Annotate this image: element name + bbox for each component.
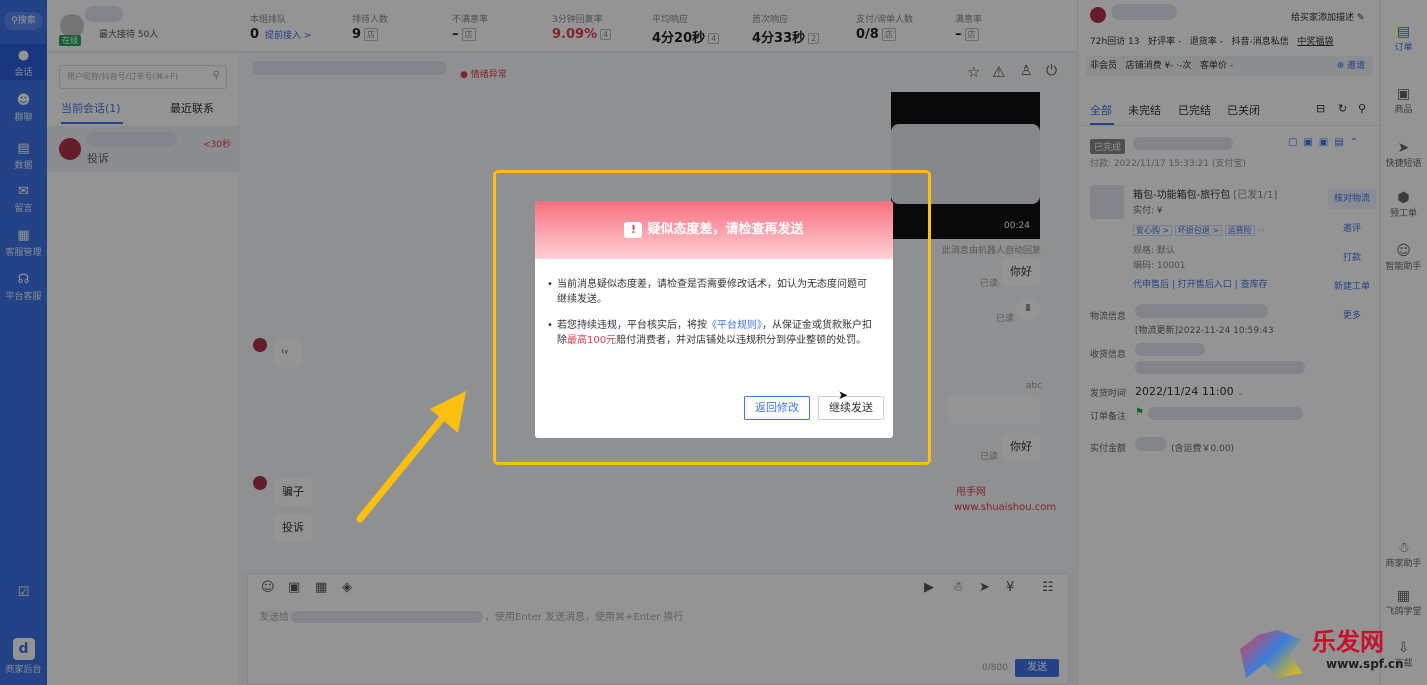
dialog-header: ! 疑似态度差，请检查再发送 — [535, 201, 893, 259]
brand-logo: 乐发网 www.spf.cn — [1240, 622, 1422, 682]
arrow-annotation — [356, 391, 466, 523]
warning-dialog: ! 疑似态度差，请检查再发送 当前消息疑似态度差，请检查是否需要修改话术，如认为无… — [535, 201, 893, 438]
dialog-title: 疑似态度差，请检查再发送 — [647, 222, 804, 237]
continue-send-button[interactable]: 继续发送 — [818, 396, 884, 420]
brand-name: 乐发网 — [1312, 627, 1384, 656]
brand-animal-icon — [1240, 630, 1302, 678]
dialog-para-2: 若您持续违规，平台核实后，将按《平台规则》，从保证金或货款账户扣除最高100元赔… — [547, 318, 873, 348]
mouse-cursor-icon: ➤ — [838, 388, 849, 402]
warning-icon: ! — [624, 221, 643, 238]
dialog-para-1: 当前消息疑似态度差，请检查是否需要修改话术，如认为无态度问题可继续发送。 — [547, 277, 873, 307]
back-edit-button[interactable]: 返回修改 — [744, 396, 810, 420]
platform-rules-link[interactable]: 《平台规则》 — [707, 320, 762, 331]
brand-url: www.spf.cn — [1326, 657, 1404, 671]
